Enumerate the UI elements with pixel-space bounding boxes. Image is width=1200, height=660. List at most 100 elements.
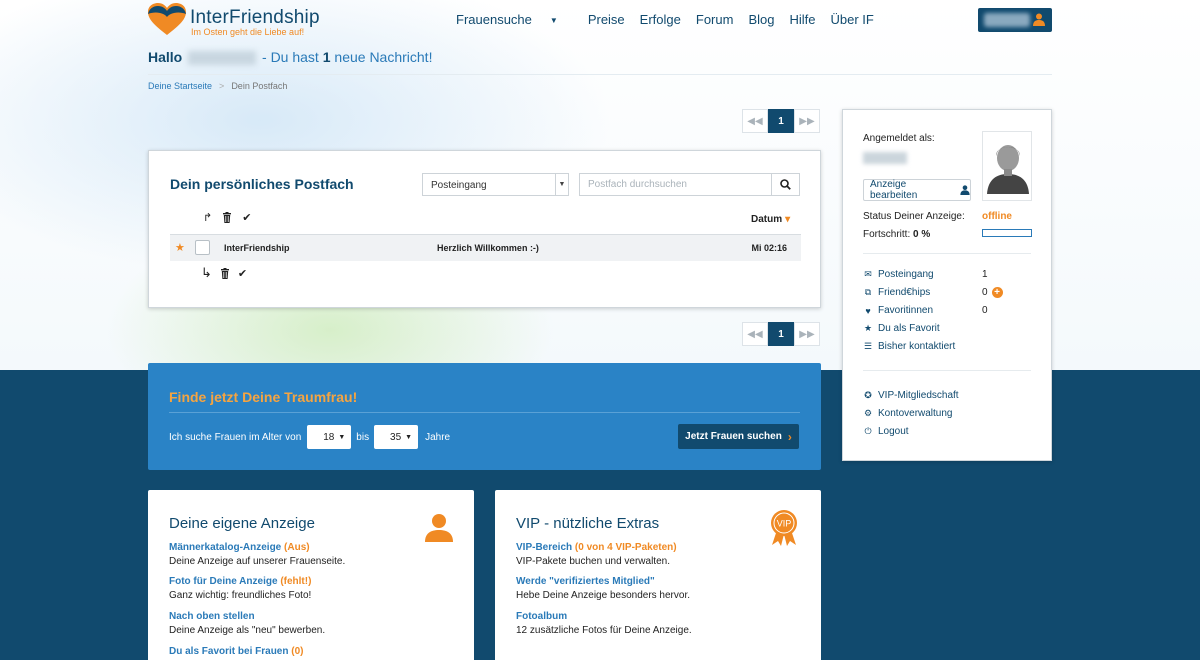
card-item-link[interactable]: Nach oben stellen <box>169 610 325 624</box>
nav-preise[interactable]: Preise <box>588 12 625 27</box>
breadcrumb-separator: > <box>219 81 225 91</box>
own-ad-title: Deine eigene Anzeige <box>169 515 315 532</box>
card-item-link[interactable]: VIP-Bereich (0 von 4 VIP-Paketen) <box>516 541 677 555</box>
sidebar-divider <box>863 253 1031 254</box>
pager-last-button[interactable]: ▶▶ <box>794 109 820 133</box>
folder-select[interactable]: Posteingang ▼ <box>422 173 569 196</box>
blurred-username <box>863 152 907 164</box>
card-item-desc: Ganz wichtig: freundliches Foto! <box>169 590 312 601</box>
nav-ueber-if[interactable]: Über IF <box>830 12 873 27</box>
nav-blog[interactable]: Blog <box>748 12 774 27</box>
heart-logo-icon <box>148 3 186 35</box>
sidebar-item-label: Friend€hips <box>878 287 931 298</box>
nav-hilfe[interactable]: Hilfe <box>789 12 815 27</box>
card-item-link[interactable]: Du als Favorit bei Frauen (0) <box>169 645 304 659</box>
age-to-select[interactable]: 35 ▼ <box>374 425 419 449</box>
pager-page-current[interactable]: 1 <box>768 322 794 346</box>
nav-erfolge[interactable]: Erfolge <box>640 12 681 27</box>
breadcrumb-home[interactable]: Deine Startseite <box>148 81 212 91</box>
pager-first-button[interactable]: ◀◀ <box>742 322 768 346</box>
greeting-text-before[interactable]: - Du hast <box>262 49 319 65</box>
card-item-link[interactable]: Werde "verifiziertes Mitglied" <box>516 575 690 589</box>
sidebar-item-label: Logout <box>878 426 909 437</box>
edit-profile-label: Anzeige bearbeiten <box>870 179 918 201</box>
star-icon[interactable]: ★ <box>175 241 185 254</box>
card-item-status: (fehlt!) <box>280 576 312 587</box>
status-label: Status Deiner Anzeige: <box>863 211 965 222</box>
envelope-icon: ✉ <box>864 269 872 279</box>
search-icon <box>780 179 791 190</box>
age-suffix: Jahre <box>425 431 451 443</box>
trash-icon[interactable] <box>220 267 230 279</box>
logged-in-label: Angemeldet als: <box>863 133 935 144</box>
reply-arrow-icon[interactable]: ↱ <box>203 211 212 224</box>
card-item-link[interactable]: Foto für Deine Anzeige (fehlt!) <box>169 575 311 589</box>
pager-page-current[interactable]: 1 <box>768 109 794 133</box>
own-ad-card: Deine eigene Anzeige Männerkatalog-Anzei… <box>148 490 474 660</box>
sort-by-date[interactable]: Datum ▾ <box>751 214 790 225</box>
card-item-link[interactable]: Männerkatalog-Anzeige (Aus) <box>169 541 345 555</box>
postfach-search-input[interactable] <box>580 174 773 195</box>
sidebar-item-vip[interactable]: ✪ VIP-Mitgliedschaft <box>863 390 958 401</box>
edit-profile-button[interactable]: Anzeige bearbeiten <box>863 179 971 201</box>
nav-forum[interactable]: Forum <box>696 12 734 27</box>
postfach-title: Dein persönliches Postfach <box>170 176 354 192</box>
unread-count[interactable]: 1 <box>323 49 331 65</box>
sidebar-item-logout[interactable]: ⏻ Logout <box>863 426 909 437</box>
sidebar-item-label: Du als Favorit <box>878 323 940 334</box>
card-item: Nach oben stellen Deine Anzeige als "neu… <box>169 610 325 638</box>
user-icon <box>960 185 970 195</box>
sidebar-item-kontoverwaltung[interactable]: ⚙ Kontoverwaltung <box>863 408 953 419</box>
nav-frauensuche[interactable]: Frauensuche ▼ <box>456 12 573 27</box>
message-row[interactable]: ★ InterFriendship Herzlich Willkommen :-… <box>170 234 801 261</box>
card-item-link-text: Foto für Deine Anzeige <box>169 576 278 587</box>
card-item-status: (0) <box>291 646 304 657</box>
sidebar-item-friendships[interactable]: ⧉ Friend€hips <box>863 287 930 298</box>
site-logo[interactable]: InterFriendship Im Osten geht die Liebe … <box>148 3 328 39</box>
vip-award-icon: ✪ <box>864 390 872 400</box>
sidebar-item-du-als-favorit[interactable]: ★ Du als Favorit <box>863 323 940 334</box>
search-button[interactable] <box>771 174 799 195</box>
card-item: Werde "verifiziertes Mitglied" Hebe Dein… <box>516 575 690 603</box>
age-from-select[interactable]: 18 ▼ <box>307 425 352 449</box>
message-checkbox[interactable] <box>195 240 210 255</box>
caret-down-icon: ▼ <box>549 16 558 25</box>
pager-first-button[interactable]: ◀◀ <box>742 109 768 133</box>
plus-circle-icon[interactable]: + <box>991 287 1003 298</box>
breadcrumb-current: Dein Postfach <box>231 81 288 91</box>
check-icon[interactable]: ✔ <box>242 211 251 224</box>
card-item-link[interactable]: Fotoalbum <box>516 610 692 624</box>
progress-label: Fortschritt: 0 % <box>863 229 930 240</box>
friendships-count-value: 0 <box>982 287 988 299</box>
pager-bottom: ◀◀ 1 ▶▶ <box>742 322 820 346</box>
greeting-text-after[interactable]: neue Nachricht! <box>334 49 432 65</box>
message-sender[interactable]: InterFriendship <box>224 243 290 253</box>
sidebar-item-favoritinnen[interactable]: ♥ Favoritinnen <box>863 305 933 316</box>
card-item-link-text: Werde "verifiziertes Mitglied" <box>516 576 655 587</box>
avatar[interactable] <box>982 131 1032 201</box>
sidebar-item-bisher-kontaktiert[interactable]: ☰ Bisher kontaktiert <box>863 341 955 352</box>
power-icon: ⏻ <box>864 426 872 436</box>
search-women-button[interactable]: Jetzt Frauen suchen › <box>678 424 799 449</box>
trash-icon[interactable] <box>222 212 232 223</box>
user-menu-button[interactable] <box>978 8 1052 32</box>
pager-last-button[interactable]: ▶▶ <box>794 322 820 346</box>
card-item: Du als Favorit bei Frauen (0) <box>169 645 304 659</box>
age-prefix: Ich suche Frauen im Alter von <box>169 431 302 443</box>
chevron-down-icon: ▾ <box>785 214 791 225</box>
caret-down-icon: ▼ <box>405 433 413 441</box>
card-item-desc: 12 zusätzliche Fotos für Deine Anzeige. <box>516 625 692 636</box>
sidebar-item-posteingang[interactable]: ✉ Posteingang <box>863 269 933 280</box>
pager-top: ◀◀ 1 ▶▶ <box>742 109 820 133</box>
return-arrow-icon[interactable]: ↳ <box>201 265 212 281</box>
card-item: Männerkatalog-Anzeige (Aus) Deine Anzeig… <box>169 541 345 569</box>
list-icon: ☰ <box>863 341 873 351</box>
message-subject[interactable]: Herzlich Willkommen :-) <box>437 243 539 253</box>
card-item-desc: Hebe Deine Anzeige besonders hervor. <box>516 590 691 601</box>
heart-icon: ♥ <box>865 305 871 316</box>
search-women-label: Jetzt Frauen suchen <box>685 431 782 442</box>
greeting-hallo: Hallo <box>148 49 183 65</box>
postfach-search <box>579 173 800 196</box>
friendships-icon: ⧉ <box>864 287 872 297</box>
check-icon[interactable]: ✔ <box>238 267 247 280</box>
